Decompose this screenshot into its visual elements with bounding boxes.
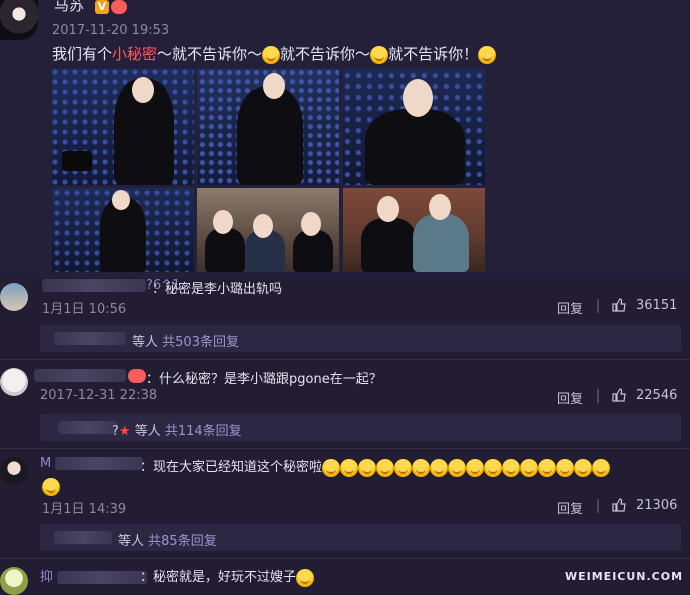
replies-prefix: 等人 [132,335,159,350]
replies-summary[interactable]: 等人 共503条回复 [40,325,681,352]
commenter-name[interactable] [34,368,126,383]
membership-icon [111,0,127,14]
comment-time: 1月1日 10:56 [42,302,127,317]
like-count[interactable]: 36151 [636,298,677,313]
divider [0,558,690,559]
divider [0,448,690,449]
divider [0,359,690,360]
commenter-avatar[interactable] [0,457,28,485]
content-text-4: 就不告诉你！ [388,45,479,63]
replies-count[interactable]: 共503条回复 [162,335,239,350]
post-photo-5[interactable] [197,188,339,272]
comment-text: ：现在大家已经知道这个秘密啦 [140,456,611,477]
post-photo-4[interactable] [52,188,194,272]
like-icon[interactable] [612,388,626,402]
comment-time: 2017-12-31 22:38 [40,388,158,403]
reply-button[interactable]: 回复 [557,298,583,317]
author-name[interactable]: 马苏 [54,0,84,15]
post-photo-2[interactable] [197,69,339,185]
content-highlight: 小秘密 [112,45,158,63]
reply-button[interactable]: 回复 [557,498,583,517]
post-timestamp[interactable]: 2017-11-20 19:53 [52,23,169,38]
emoji-icon [262,45,281,64]
star-icon: ★ [118,424,131,439]
commenter-name[interactable]: M [40,456,144,471]
content-text-1: 我们有个 [52,45,113,63]
emoji-icon [42,477,60,496]
replies-count[interactable]: 共85条回复 [148,534,217,549]
divider [597,499,599,513]
comment-time: 1月1日 14:39 [42,502,127,517]
replies-prefix: 等人 [118,534,145,549]
reply-button[interactable]: 回复 [557,388,583,407]
divider [597,389,599,403]
comment-text: ：秘密就是，好玩不过嫂子 [140,566,315,587]
content-text-2: ～就不告诉你～ [157,45,263,63]
weibo-post: 马苏 V 2017-11-20 19:53 我们有个小秘密～就不告诉你～ 就不告诉… [0,0,690,278]
commenter-avatar[interactable] [0,283,28,311]
emoji-icon [478,45,497,64]
like-count[interactable]: 22546 [636,388,677,403]
like-icon[interactable] [612,298,626,312]
post-photo-6[interactable] [343,188,485,272]
replies-summary[interactable]: 等人 共85条回复 [40,524,681,551]
emoji-icon [370,45,389,64]
commenter-avatar[interactable] [0,567,28,595]
divider [597,299,599,313]
like-icon[interactable] [612,498,626,512]
author-avatar[interactable] [0,0,38,40]
like-count[interactable]: 21306 [636,498,677,513]
comment-text: ：什么秘密？是李小璐跟pgone在一起？ [146,372,382,387]
replies-summary[interactable]: ?★ 等人 共114条回复 [40,414,681,441]
watermark: WEIMEICUN.COM [565,570,684,583]
post-photo-1[interactable] [52,69,194,185]
commenter-avatar[interactable] [0,368,28,396]
post-content: 我们有个小秘密～就不告诉你～ 就不告诉你～ 就不告诉你！ [52,43,497,64]
replies-count[interactable]: 共114条回复 [165,424,242,439]
post-photo-3[interactable] [343,69,485,185]
commenter-name[interactable]: 抑 [40,566,148,585]
membership-icon [128,369,146,383]
comment-text: ：秘密是李小璐出轨吗 [152,282,283,297]
replies-prefix: 等人 [134,424,161,439]
content-text-3: 就不告诉你～ [280,45,371,63]
verified-badge: V [95,0,109,14]
